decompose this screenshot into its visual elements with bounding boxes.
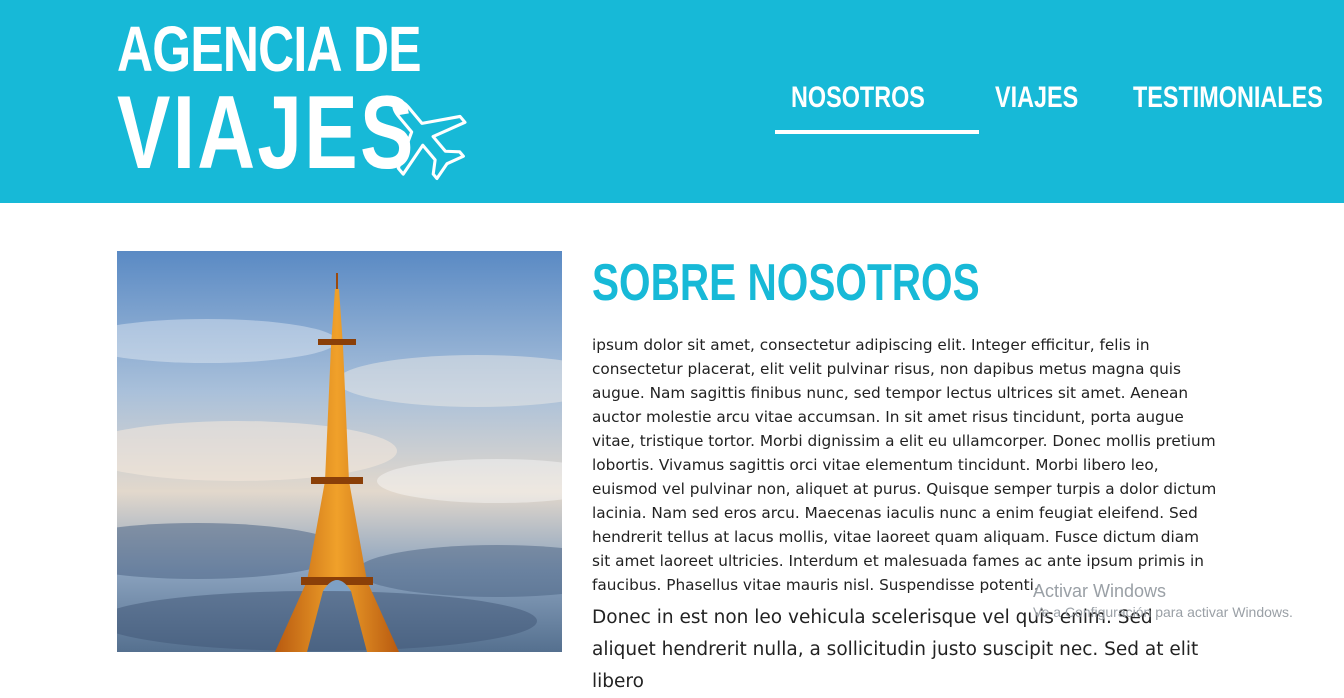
- eiffel-tower-photo: [117, 251, 562, 652]
- nav-item-testimoniales[interactable]: TESTIMONIALES: [1117, 78, 1344, 134]
- logo-line-1: AGENCIA DE: [117, 13, 422, 85]
- site-header: AGENCIA DE VIAJES NOSOTROS VIAJES TESTIM…: [0, 0, 1344, 203]
- watermark-title: Activar Windows: [1033, 581, 1167, 601]
- nav-label: TESTIMONIALES: [1133, 81, 1324, 114]
- nav-label: NOSOTROS: [791, 81, 925, 114]
- logo-line-2: VIAJES: [117, 75, 416, 191]
- about-paragraph: ipsum dolor sit amet, consectetur adipis…: [592, 336, 1217, 594]
- nav-label: VIAJES: [994, 81, 1078, 114]
- airplane-icon: [392, 99, 467, 181]
- windows-activation-watermark: Activar Windows Ve a Configuración para …: [1033, 580, 1293, 622]
- page-title: SOBRE NOSOTROS: [592, 254, 980, 312]
- watermark-subtitle: Ve a Configuración para activar Windows.: [1033, 604, 1293, 620]
- nav-item-nosotros[interactable]: NOSOTROS: [775, 78, 979, 134]
- main-nav: NOSOTROS VIAJES TESTIMONIALES: [775, 78, 1344, 136]
- nav-item-viajes[interactable]: VIAJES: [979, 78, 1118, 134]
